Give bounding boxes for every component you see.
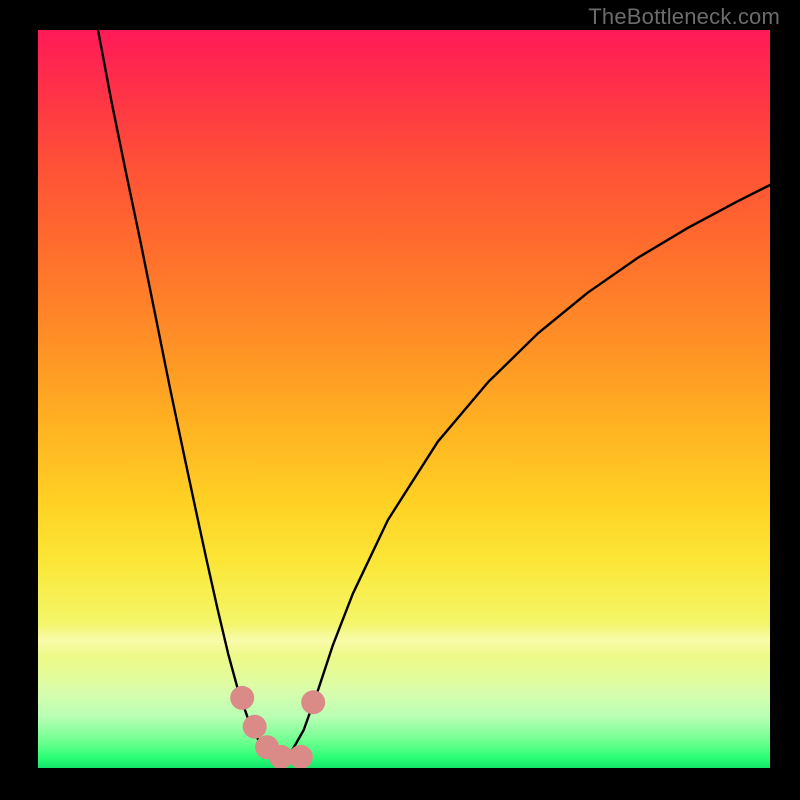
chart-frame: TheBottleneck.com <box>0 0 800 800</box>
marker-dot <box>230 686 254 710</box>
marker-dot <box>289 745 313 768</box>
curves-layer <box>38 30 770 768</box>
watermark-text: TheBottleneck.com <box>588 4 780 30</box>
marker-dot <box>301 690 325 714</box>
highlight-markers <box>230 686 325 768</box>
marker-dot <box>243 715 267 739</box>
right-branch-curve <box>281 185 770 761</box>
plot-area <box>38 30 770 768</box>
left-branch-curve <box>98 30 281 761</box>
